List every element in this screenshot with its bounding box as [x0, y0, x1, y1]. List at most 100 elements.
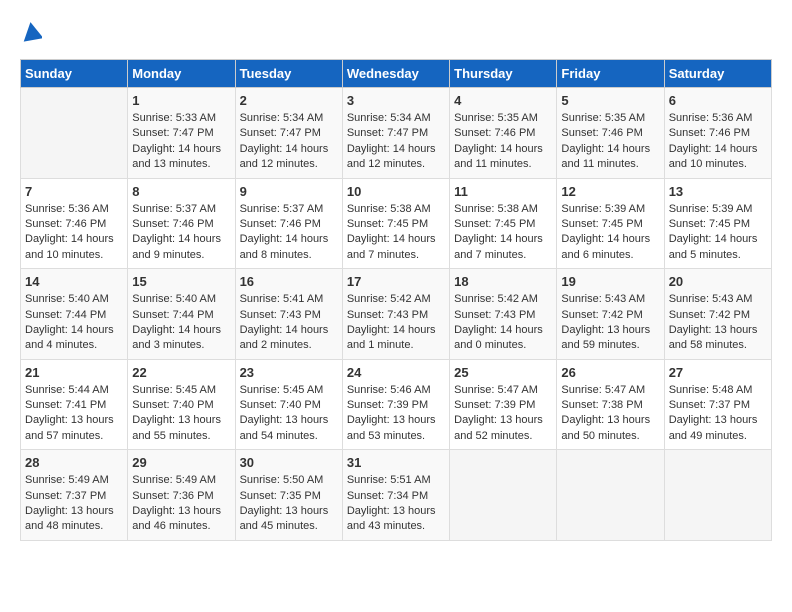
column-header-tuesday: Tuesday: [235, 60, 342, 88]
page-header: [20, 20, 772, 49]
day-info: Sunrise: 5:44 AM Sunset: 7:41 PM Dayligh…: [25, 383, 123, 445]
day-number: 9: [240, 184, 338, 199]
day-info: Sunrise: 5:34 AM Sunset: 7:47 PM Dayligh…: [347, 111, 445, 173]
day-number: 2: [240, 93, 338, 108]
day-cell: 20 Sunrise: 5:43 AM Sunset: 7:42 PM Dayli…: [664, 269, 771, 360]
day-info: Sunrise: 5:39 AM Sunset: 7:45 PM Dayligh…: [669, 202, 767, 264]
day-number: 3: [347, 93, 445, 108]
day-number: 25: [454, 365, 552, 380]
day-number: 30: [240, 455, 338, 470]
day-cell: 28 Sunrise: 5:49 AM Sunset: 7:37 PM Dayli…: [21, 450, 128, 541]
day-number: 16: [240, 274, 338, 289]
day-info: Sunrise: 5:41 AM Sunset: 7:43 PM Dayligh…: [240, 292, 338, 354]
day-cell: 25 Sunrise: 5:47 AM Sunset: 7:39 PM Dayli…: [450, 359, 557, 450]
day-number: 27: [669, 365, 767, 380]
day-cell: 11 Sunrise: 5:38 AM Sunset: 7:45 PM Dayli…: [450, 178, 557, 269]
day-cell: 13 Sunrise: 5:39 AM Sunset: 7:45 PM Dayli…: [664, 178, 771, 269]
day-number: 17: [347, 274, 445, 289]
column-header-friday: Friday: [557, 60, 664, 88]
day-number: 14: [25, 274, 123, 289]
week-row-4: 21Sunrise: 5:44 AM Sunset: 7:41 PM Dayli…: [21, 359, 772, 450]
column-header-sunday: Sunday: [21, 60, 128, 88]
day-info: Sunrise: 5:47 AM Sunset: 7:39 PM Dayligh…: [454, 383, 552, 445]
day-info: Sunrise: 5:42 AM Sunset: 7:43 PM Dayligh…: [347, 292, 445, 354]
day-info: Sunrise: 5:46 AM Sunset: 7:39 PM Dayligh…: [347, 383, 445, 445]
column-header-thursday: Thursday: [450, 60, 557, 88]
day-info: Sunrise: 5:36 AM Sunset: 7:46 PM Dayligh…: [25, 202, 123, 264]
day-cell: [21, 88, 128, 179]
day-cell: 10 Sunrise: 5:38 AM Sunset: 7:45 PM Dayli…: [342, 178, 449, 269]
day-number: 26: [561, 365, 659, 380]
day-info: Sunrise: 5:45 AM Sunset: 7:40 PM Dayligh…: [132, 383, 230, 445]
day-cell: 16 Sunrise: 5:41 AM Sunset: 7:43 PM Dayli…: [235, 269, 342, 360]
day-info: Sunrise: 5:34 AM Sunset: 7:47 PM Dayligh…: [240, 111, 338, 173]
day-number: 6: [669, 93, 767, 108]
day-number: 10: [347, 184, 445, 199]
day-info: Sunrise: 5:43 AM Sunset: 7:42 PM Dayligh…: [669, 292, 767, 354]
day-number: 19: [561, 274, 659, 289]
day-cell: 23Sunrise: 5:45 AM Sunset: 7:40 PM Dayli…: [235, 359, 342, 450]
day-cell: 30 Sunrise: 5:50 AM Sunset: 7:35 PM Dayli…: [235, 450, 342, 541]
day-number: 23: [240, 365, 338, 380]
day-cell: 2 Sunrise: 5:34 AM Sunset: 7:47 PM Daylig…: [235, 88, 342, 179]
logo-icon: [22, 22, 42, 44]
day-info: Sunrise: 5:51 AM Sunset: 7:34 PM Dayligh…: [347, 473, 445, 535]
day-info: Sunrise: 5:40 AM Sunset: 7:44 PM Dayligh…: [132, 292, 230, 354]
day-cell: 26 Sunrise: 5:47 AM Sunset: 7:38 PM Dayli…: [557, 359, 664, 450]
day-cell: [664, 450, 771, 541]
day-info: Sunrise: 5:49 AM Sunset: 7:37 PM Dayligh…: [25, 473, 123, 535]
day-cell: 17 Sunrise: 5:42 AM Sunset: 7:43 PM Dayli…: [342, 269, 449, 360]
day-number: 11: [454, 184, 552, 199]
day-cell: 3 Sunrise: 5:34 AM Sunset: 7:47 PM Daylig…: [342, 88, 449, 179]
week-row-1: 1Sunrise: 5:33 AM Sunset: 7:47 PM Daylig…: [21, 88, 772, 179]
calendar-header-row: SundayMondayTuesdayWednesdayThursdayFrid…: [21, 60, 772, 88]
day-number: 15: [132, 274, 230, 289]
day-cell: 4Sunrise: 5:35 AM Sunset: 7:46 PM Daylig…: [450, 88, 557, 179]
week-row-2: 7 Sunrise: 5:36 AM Sunset: 7:46 PM Daylig…: [21, 178, 772, 269]
day-info: Sunrise: 5:43 AM Sunset: 7:42 PM Dayligh…: [561, 292, 659, 354]
day-cell: [450, 450, 557, 541]
day-info: Sunrise: 5:47 AM Sunset: 7:38 PM Dayligh…: [561, 383, 659, 445]
day-info: Sunrise: 5:37 AM Sunset: 7:46 PM Dayligh…: [132, 202, 230, 264]
day-number: 22: [132, 365, 230, 380]
day-number: 28: [25, 455, 123, 470]
day-number: 8: [132, 184, 230, 199]
day-cell: 14 Sunrise: 5:40 AM Sunset: 7:44 PM Dayli…: [21, 269, 128, 360]
day-info: Sunrise: 5:36 AM Sunset: 7:46 PM Dayligh…: [669, 111, 767, 173]
day-info: Sunrise: 5:35 AM Sunset: 7:46 PM Dayligh…: [561, 111, 659, 173]
day-number: 13: [669, 184, 767, 199]
day-number: 5: [561, 93, 659, 108]
day-number: 29: [132, 455, 230, 470]
day-cell: 24 Sunrise: 5:46 AM Sunset: 7:39 PM Dayli…: [342, 359, 449, 450]
day-info: Sunrise: 5:35 AM Sunset: 7:46 PM Dayligh…: [454, 111, 552, 173]
week-row-3: 14 Sunrise: 5:40 AM Sunset: 7:44 PM Dayli…: [21, 269, 772, 360]
day-info: Sunrise: 5:38 AM Sunset: 7:45 PM Dayligh…: [347, 202, 445, 264]
day-cell: 27Sunrise: 5:48 AM Sunset: 7:37 PM Dayli…: [664, 359, 771, 450]
day-cell: 21Sunrise: 5:44 AM Sunset: 7:41 PM Dayli…: [21, 359, 128, 450]
day-cell: 8 Sunrise: 5:37 AM Sunset: 7:46 PM Daylig…: [128, 178, 235, 269]
day-cell: 18Sunrise: 5:42 AM Sunset: 7:43 PM Dayli…: [450, 269, 557, 360]
day-info: Sunrise: 5:50 AM Sunset: 7:35 PM Dayligh…: [240, 473, 338, 535]
column-header-monday: Monday: [128, 60, 235, 88]
day-info: Sunrise: 5:37 AM Sunset: 7:46 PM Dayligh…: [240, 202, 338, 264]
day-cell: 12 Sunrise: 5:39 AM Sunset: 7:45 PM Dayli…: [557, 178, 664, 269]
day-number: 20: [669, 274, 767, 289]
day-number: 12: [561, 184, 659, 199]
day-info: Sunrise: 5:33 AM Sunset: 7:47 PM Dayligh…: [132, 111, 230, 173]
day-cell: [557, 450, 664, 541]
day-cell: 15 Sunrise: 5:40 AM Sunset: 7:44 PM Dayli…: [128, 269, 235, 360]
column-header-saturday: Saturday: [664, 60, 771, 88]
day-number: 24: [347, 365, 445, 380]
day-cell: 29Sunrise: 5:49 AM Sunset: 7:36 PM Dayli…: [128, 450, 235, 541]
day-number: 7: [25, 184, 123, 199]
logo: [20, 20, 42, 49]
day-info: Sunrise: 5:39 AM Sunset: 7:45 PM Dayligh…: [561, 202, 659, 264]
day-info: Sunrise: 5:38 AM Sunset: 7:45 PM Dayligh…: [454, 202, 552, 264]
day-number: 18: [454, 274, 552, 289]
day-cell: 19 Sunrise: 5:43 AM Sunset: 7:42 PM Dayli…: [557, 269, 664, 360]
day-info: Sunrise: 5:40 AM Sunset: 7:44 PM Dayligh…: [25, 292, 123, 354]
day-cell: 9 Sunrise: 5:37 AM Sunset: 7:46 PM Daylig…: [235, 178, 342, 269]
day-cell: 7 Sunrise: 5:36 AM Sunset: 7:46 PM Daylig…: [21, 178, 128, 269]
day-cell: 31 Sunrise: 5:51 AM Sunset: 7:34 PM Dayli…: [342, 450, 449, 541]
day-number: 31: [347, 455, 445, 470]
